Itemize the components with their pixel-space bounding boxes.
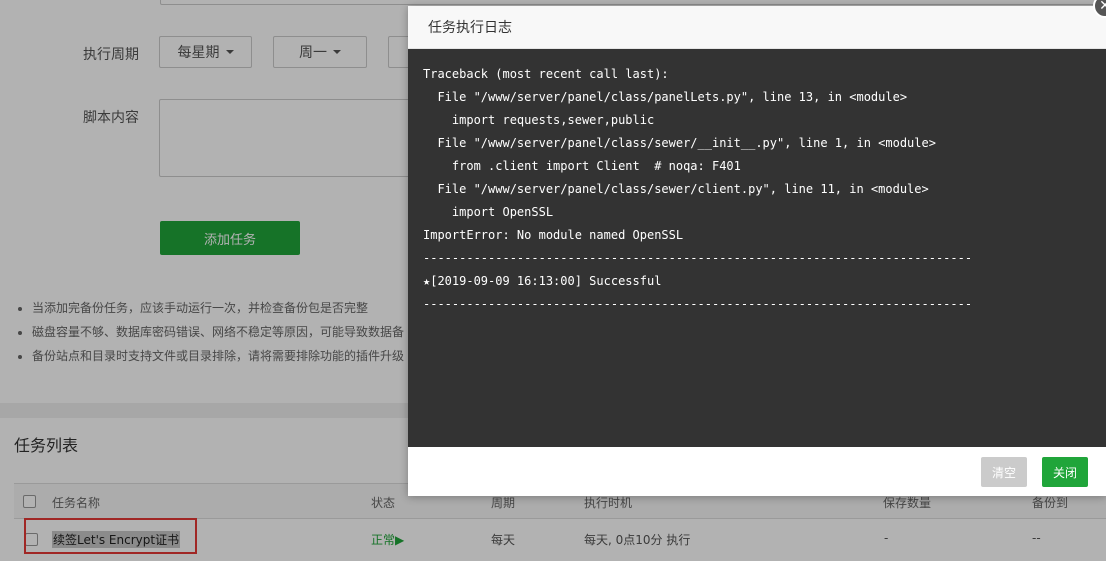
dialog-title: 任务执行日志 xyxy=(428,20,512,36)
log-line: File "/www/server/panel/class/sewer/clie… xyxy=(423,182,929,196)
dialog-header: 任务执行日志 xyxy=(408,6,1106,49)
log-line: import OpenSSL xyxy=(423,205,554,219)
log-line: ----------------------------------------… xyxy=(423,297,973,311)
task-log-dialog: 任务执行日志 Traceback (most recent call last)… xyxy=(408,6,1106,496)
log-output: Traceback (most recent call last): File … xyxy=(408,49,1106,447)
clear-button[interactable]: 清空 xyxy=(981,457,1027,487)
log-line: import requests,sewer,public xyxy=(423,113,655,127)
log-line: Traceback (most recent call last): xyxy=(423,67,669,81)
log-line: File "/www/server/panel/class/panelLets.… xyxy=(423,90,908,104)
log-line: File "/www/server/panel/class/sewer/__in… xyxy=(423,136,936,150)
close-button[interactable]: 关闭 xyxy=(1042,457,1088,487)
log-line: ----------------------------------------… xyxy=(423,251,973,265)
log-line: ★[2019-09-09 16:13:00] Successful xyxy=(423,274,662,288)
log-line: ImportError: No module named OpenSSL xyxy=(423,228,684,242)
log-line: from .client import Client # noqa: F401 xyxy=(423,159,741,173)
dialog-footer: 清空 关闭 xyxy=(408,447,1106,496)
